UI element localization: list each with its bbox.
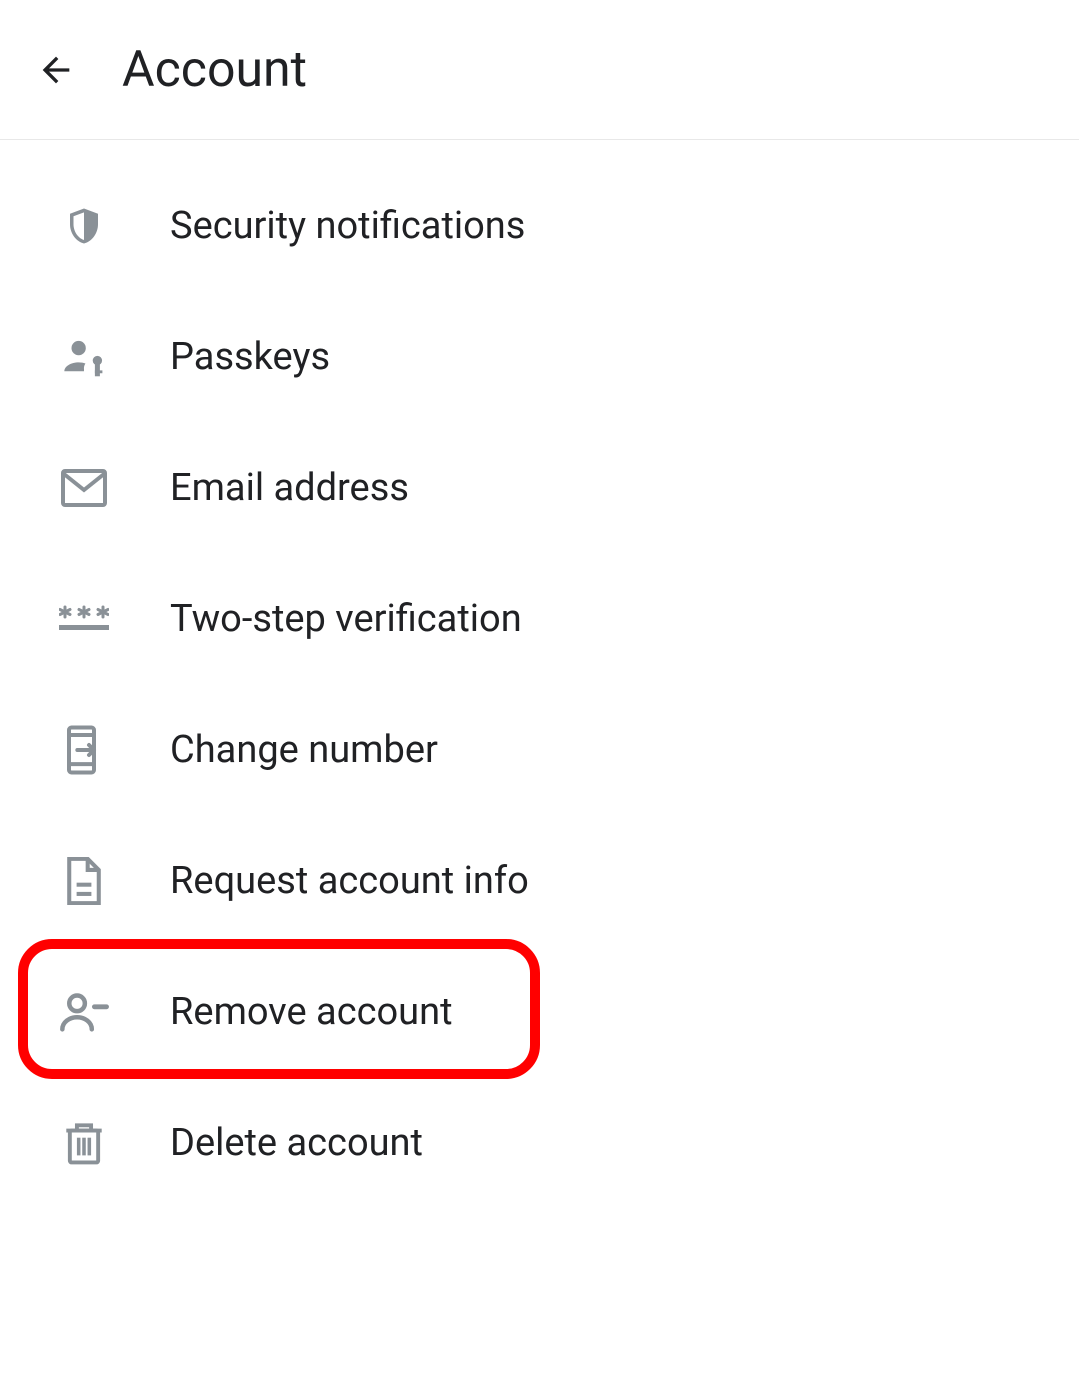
shield-icon xyxy=(56,202,112,250)
item-label: Change number xyxy=(170,728,438,772)
item-two-step-verification[interactable]: Two-step verification xyxy=(0,553,1079,684)
back-button[interactable] xyxy=(34,48,78,92)
item-label: Security notifications xyxy=(170,204,525,248)
item-security-notifications[interactable]: Security notifications xyxy=(0,160,1079,291)
mail-icon xyxy=(56,468,112,508)
password-icon xyxy=(56,603,112,635)
settings-list: Security notifications Passkeys Email ad… xyxy=(0,140,1079,1208)
item-remove-account[interactable]: Remove account xyxy=(0,946,1079,1077)
item-label: Passkeys xyxy=(170,335,330,379)
arrow-left-icon xyxy=(36,50,76,90)
document-icon xyxy=(56,857,112,905)
page-title: Account xyxy=(122,41,307,99)
person-key-icon xyxy=(56,334,112,380)
item-request-account-info[interactable]: Request account info xyxy=(0,815,1079,946)
item-label: Two-step verification xyxy=(170,597,522,641)
item-label: Remove account xyxy=(170,990,453,1034)
trash-icon xyxy=(56,1120,112,1166)
person-minus-icon xyxy=(56,991,112,1033)
item-passkeys[interactable]: Passkeys xyxy=(0,291,1079,422)
item-label: Email address xyxy=(170,466,409,510)
phone-arrow-icon xyxy=(56,724,112,776)
item-label: Request account info xyxy=(170,859,529,903)
item-email-address[interactable]: Email address xyxy=(0,422,1079,553)
item-change-number[interactable]: Change number xyxy=(0,684,1079,815)
item-label: Delete account xyxy=(170,1121,423,1165)
item-delete-account[interactable]: Delete account xyxy=(0,1077,1079,1208)
header: Account xyxy=(0,0,1079,140)
